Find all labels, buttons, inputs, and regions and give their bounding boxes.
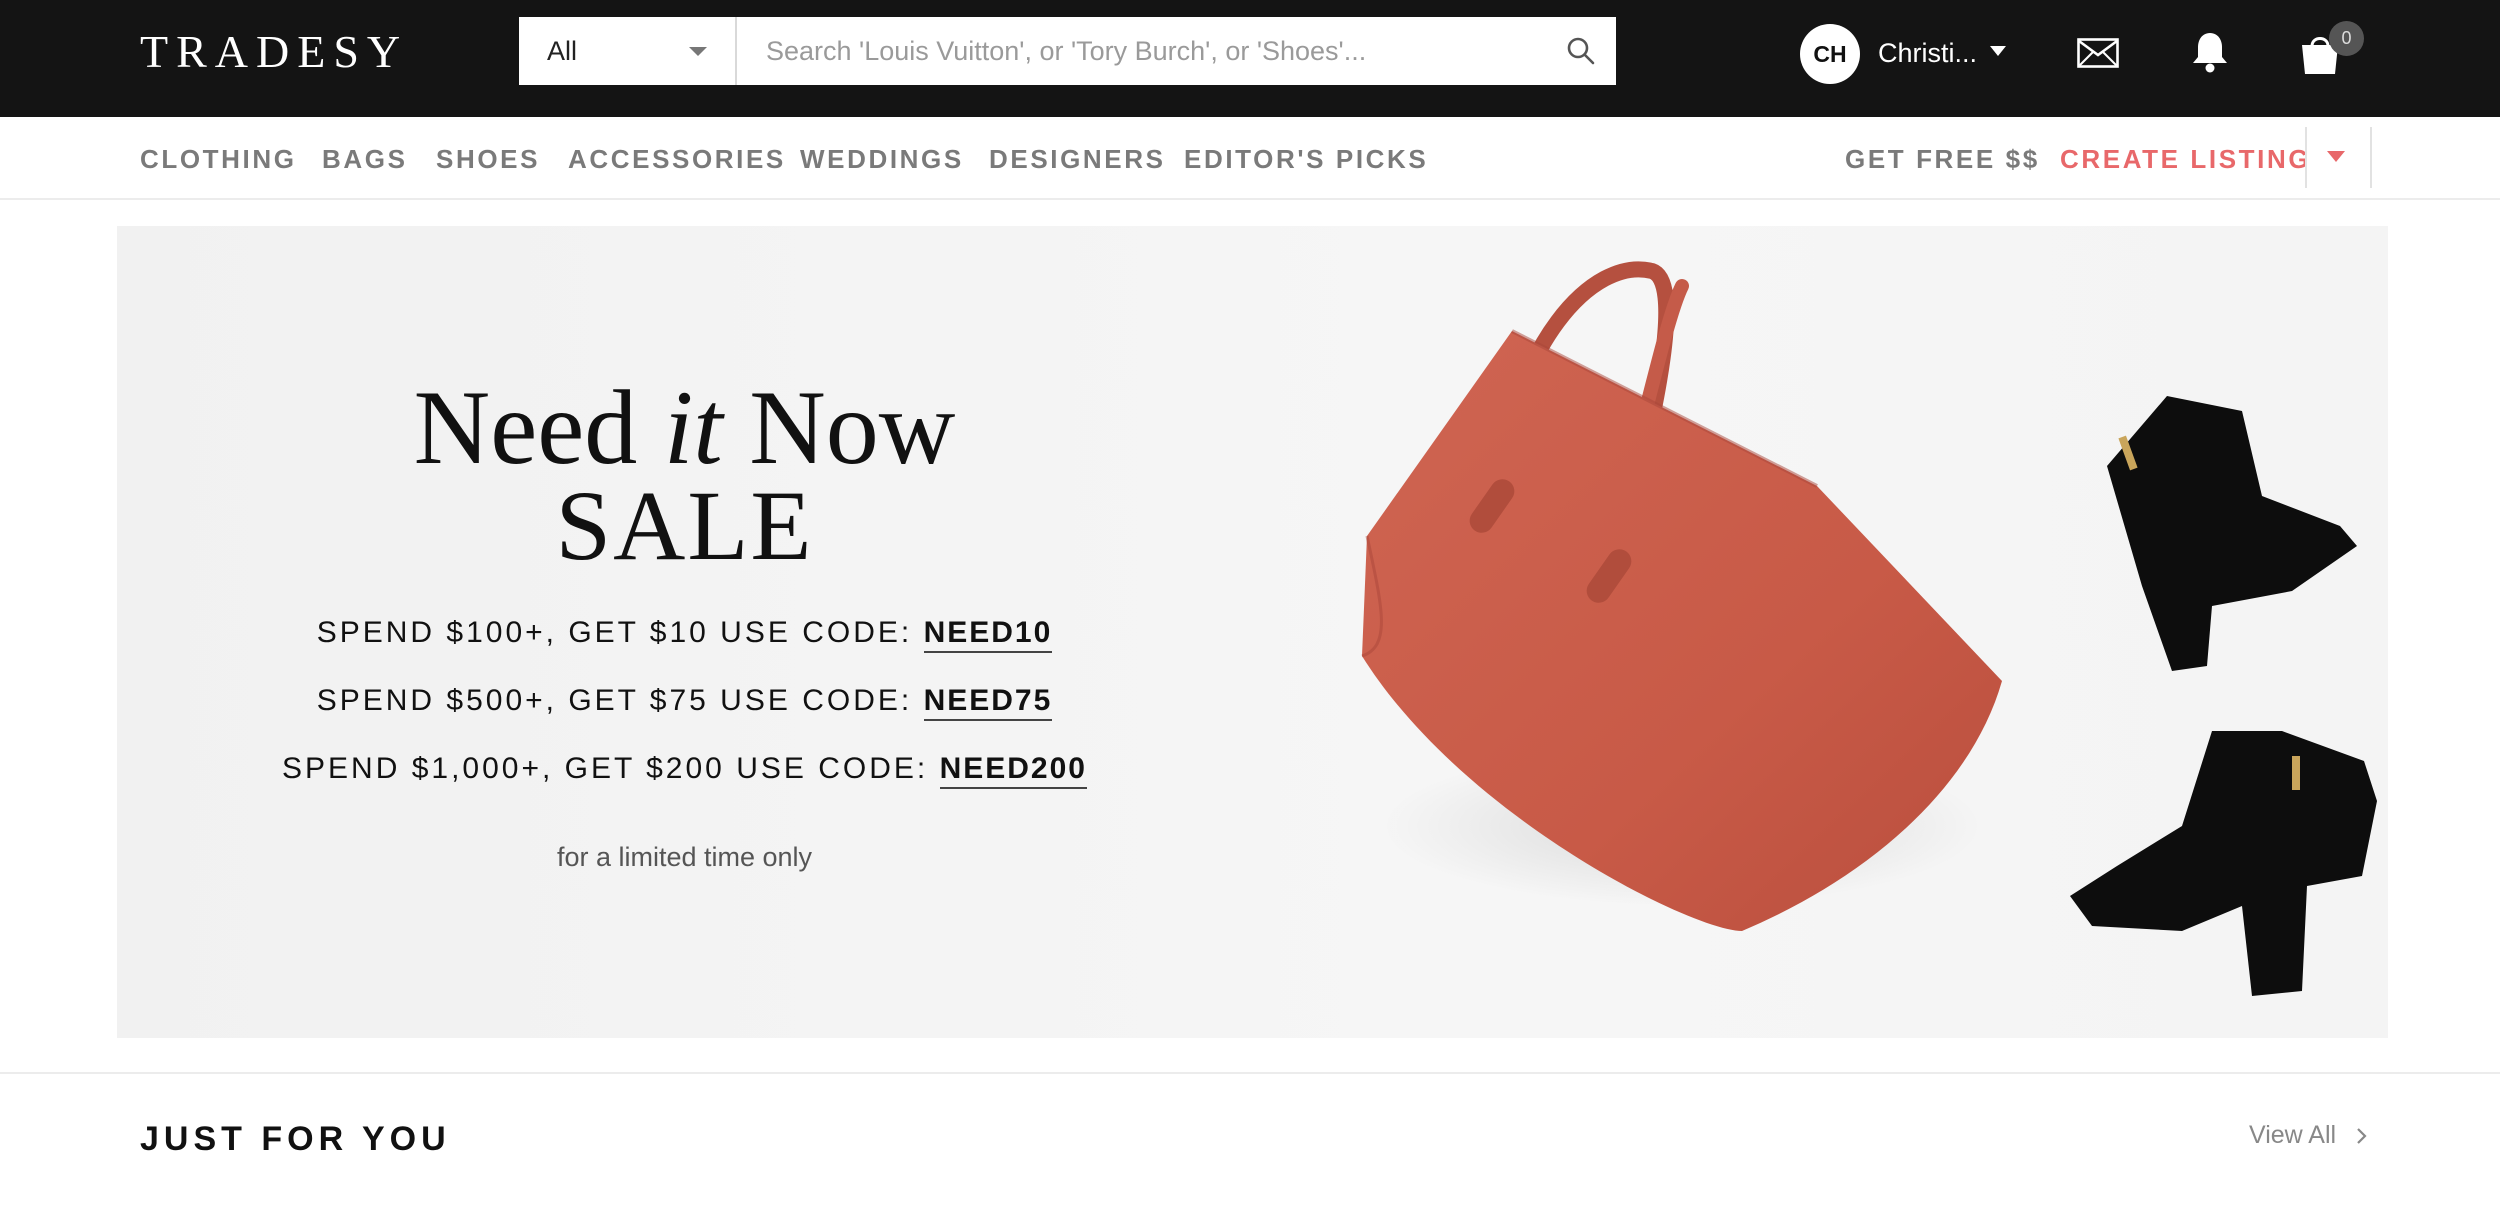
nav-divider — [2305, 127, 2307, 188]
promo-code: NEED75 — [923, 684, 1053, 721]
category-select-value: All — [547, 35, 578, 66]
search-bar: All — [519, 17, 1616, 85]
headline-word-need: Need — [413, 369, 638, 486]
search-icon — [1567, 37, 1595, 65]
chevron-down-icon — [689, 47, 707, 56]
section-divider — [0, 1072, 2500, 1074]
create-listing-dropdown-icon[interactable] — [2327, 151, 2345, 162]
tradesy-logo[interactable]: TRADESY — [140, 29, 408, 75]
nav-item-shoes[interactable]: SHOES — [436, 144, 540, 175]
offer-text: SPEND $1,000+, GET $200 USE CODE: — [282, 752, 929, 785]
user-name[interactable]: Christi... — [1878, 38, 1977, 69]
user-avatar[interactable]: CH — [1800, 24, 1860, 84]
nav-item-editors-picks[interactable]: EDITOR'S PICKS — [1184, 144, 1428, 175]
nav-divider — [2370, 127, 2372, 188]
offer-line: SPEND $100+, GET $10 USE CODE: NEED10 — [117, 616, 1252, 653]
get-free-money-link[interactable]: GET FREE $$ — [1845, 144, 2040, 175]
section-title-just-for-you: JUST FOR YOU — [140, 1120, 451, 1158]
cart-count-badge: 0 — [2329, 21, 2364, 56]
view-all-link[interactable]: View All — [2249, 1121, 2336, 1150]
offer-text: SPEND $100+, GET $10 USE CODE: — [316, 616, 913, 649]
headline-word-now: Now — [749, 369, 956, 486]
promo-code: NEED200 — [939, 752, 1087, 789]
create-listing-button[interactable]: CREATE LISTING — [2060, 144, 2311, 175]
search-input[interactable] — [739, 17, 1539, 85]
nav-item-designers[interactable]: DESIGNERS — [989, 144, 1166, 175]
chevron-right-icon[interactable] — [2353, 1124, 2371, 1148]
banner-product-image — [1361, 261, 2377, 996]
category-select[interactable]: All — [519, 17, 737, 85]
banner-headline: Need it Now — [117, 375, 1252, 481]
banner-footnote: for a limited time only — [556, 842, 813, 872]
nav-item-weddings[interactable]: WEDDINGS — [800, 144, 964, 175]
user-menu-caret-icon[interactable] — [1990, 46, 2006, 56]
main-nav: CLOTHING BAGS SHOES ACCESSORIES WEDDINGS… — [0, 117, 2500, 200]
offer-line: SPEND $1,000+, GET $200 USE CODE: NEED20… — [117, 752, 1252, 789]
promo-banner[interactable]: Need it Now SALE SPEND $100+, GET $10 US… — [117, 226, 2388, 1038]
nav-item-accessories[interactable]: ACCESSORIES — [568, 144, 786, 175]
bell-icon[interactable] — [2190, 30, 2230, 74]
mail-icon[interactable] — [2077, 38, 2119, 68]
offer-text: SPEND $500+, GET $75 USE CODE: — [316, 684, 913, 717]
promo-code: NEED10 — [923, 616, 1053, 653]
headline-word-it: it — [663, 369, 723, 486]
search-button[interactable] — [1546, 17, 1616, 85]
nav-item-clothing[interactable]: CLOTHING — [140, 144, 297, 175]
top-bar: TRADESY All CH Christi... 0 — [0, 0, 2500, 117]
banner-sale-title: SALE — [555, 470, 814, 581]
offer-line: SPEND $500+, GET $75 USE CODE: NEED75 — [117, 684, 1252, 721]
nav-item-bags[interactable]: BAGS — [322, 144, 408, 175]
